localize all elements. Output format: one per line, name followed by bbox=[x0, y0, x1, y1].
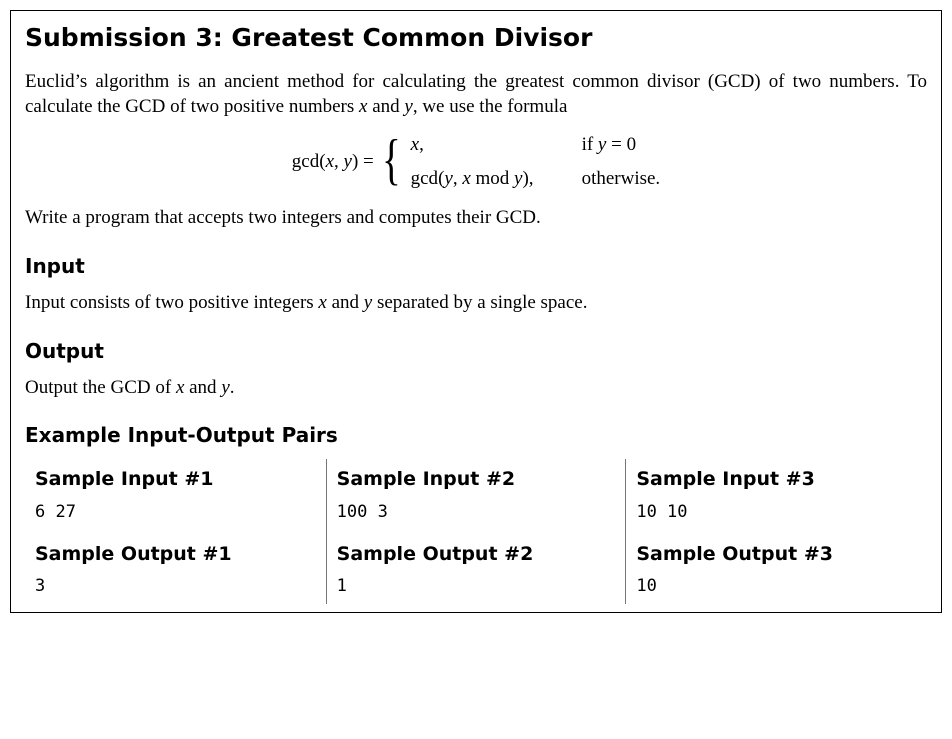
if-text: if bbox=[582, 134, 598, 155]
output-text-1: Output the GCD of bbox=[25, 377, 176, 398]
paren-close: ), bbox=[522, 168, 533, 189]
problem-title: Submission 3: Greatest Common Divisor bbox=[25, 21, 927, 55]
formula-cases: x, if y = 0 gcd(y, x mod y), otherwise. bbox=[411, 132, 661, 191]
case1-condition: if y = 0 bbox=[582, 132, 661, 158]
case2-condition: otherwise. bbox=[582, 166, 661, 192]
output-description: Output the GCD of x and y. bbox=[25, 375, 927, 401]
sample-output-label: Sample Output #2 bbox=[337, 542, 616, 568]
case2-value: gcd(y, x mod y), bbox=[411, 166, 534, 192]
sample-col-1: Sample Input #1 6 27 Sample Output #1 3 bbox=[25, 459, 326, 604]
lhs-comma: , bbox=[334, 151, 344, 172]
intro-text-3: , we use the formula bbox=[413, 96, 568, 117]
gcd-func: gcd bbox=[411, 168, 438, 189]
input-description: Input consists of two positive integers … bbox=[25, 290, 927, 316]
var-y: y bbox=[404, 96, 412, 117]
brace-icon: { bbox=[382, 132, 401, 188]
task-line: Write a program that accepts two integer… bbox=[25, 205, 927, 231]
sample-input-label: Sample Input #1 bbox=[35, 467, 316, 493]
var-x: x bbox=[462, 168, 470, 189]
var-y: y bbox=[344, 151, 352, 172]
eq-zero: = 0 bbox=[606, 134, 636, 155]
sample-col-2: Sample Input #2 100 3 Sample Output #2 1 bbox=[326, 459, 627, 604]
output-text-3: . bbox=[230, 377, 235, 398]
formula-block: gcd(x, y) = { x, if y = 0 gcd(y, x mod y… bbox=[25, 132, 927, 191]
paren-close-eq: ) = bbox=[352, 151, 374, 172]
sample-col-3: Sample Input #3 10 10 Sample Output #3 1… bbox=[626, 459, 927, 604]
sample-input-value: 100 3 bbox=[337, 501, 616, 524]
gcd-func: gcd bbox=[292, 151, 319, 172]
var-x: x bbox=[326, 151, 334, 172]
input-text-1: Input consists of two positive integers bbox=[25, 292, 318, 313]
sample-input-label: Sample Input #2 bbox=[337, 467, 616, 493]
case1-value: x, bbox=[411, 132, 534, 158]
output-heading: Output bbox=[25, 338, 927, 365]
intro-paragraph: Euclid’s algorithm is an ancient method … bbox=[25, 69, 927, 120]
sample-output-value: 1 bbox=[337, 575, 616, 598]
var-y: y bbox=[364, 292, 372, 313]
sample-output-label: Sample Output #1 bbox=[35, 542, 316, 568]
sample-input-value: 6 27 bbox=[35, 501, 316, 524]
formula-lhs: gcd(x, y) = bbox=[292, 149, 374, 175]
problem-statement-box: Submission 3: Greatest Common Divisor Eu… bbox=[10, 10, 942, 613]
examples-heading: Example Input-Output Pairs bbox=[25, 422, 927, 449]
input-heading: Input bbox=[25, 253, 927, 280]
samples-table: Sample Input #1 6 27 Sample Output #1 3 … bbox=[25, 459, 927, 604]
sample-output-label: Sample Output #3 bbox=[636, 542, 917, 568]
sample-input-value: 10 10 bbox=[636, 501, 917, 524]
intro-text-2: and bbox=[367, 96, 404, 117]
case1-comma: , bbox=[419, 134, 424, 155]
input-text-2: and bbox=[327, 292, 364, 313]
sample-input-label: Sample Input #3 bbox=[636, 467, 917, 493]
comma: , bbox=[453, 168, 463, 189]
formula: gcd(x, y) = { x, if y = 0 gcd(y, x mod y… bbox=[292, 132, 660, 191]
var-y: y bbox=[221, 377, 229, 398]
mod-text: mod bbox=[471, 168, 514, 189]
var-x: x bbox=[411, 134, 419, 155]
input-text-3: separated by a single space. bbox=[372, 292, 587, 313]
var-x: x bbox=[318, 292, 326, 313]
var-y: y bbox=[444, 168, 452, 189]
sample-output-value: 10 bbox=[636, 575, 917, 598]
output-text-2: and bbox=[184, 377, 221, 398]
sample-output-value: 3 bbox=[35, 575, 316, 598]
